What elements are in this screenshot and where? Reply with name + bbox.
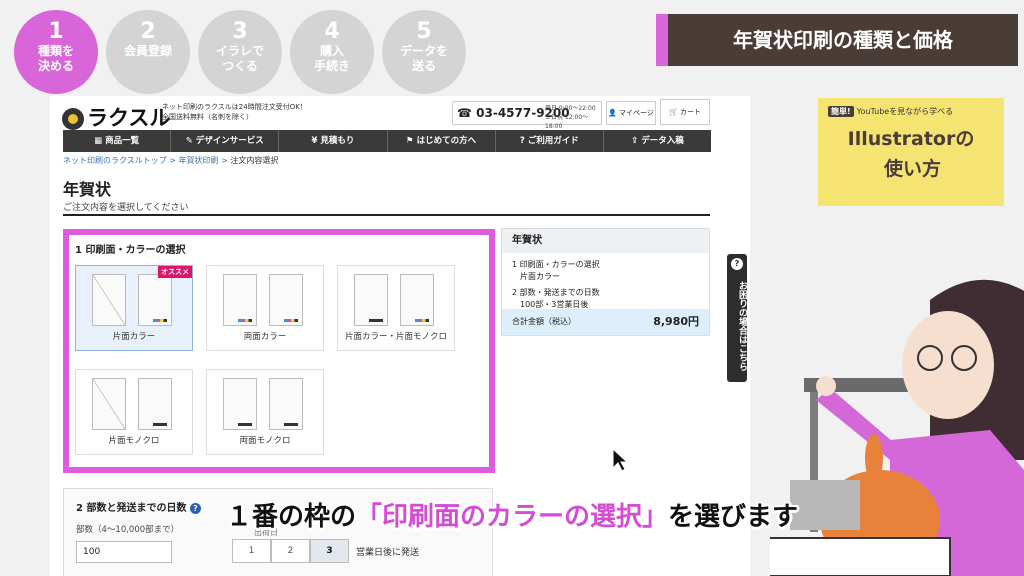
order-summary: 年賀状 1 印刷面・カラーの選択 片面カラー 2 部数・発送までの日数 100部… [501, 228, 710, 336]
nav-guide[interactable]: ? ご利用ガイド [496, 130, 604, 152]
breadcrumb-current: 注文内容選択 [230, 156, 279, 165]
breadcrumb-nengajo[interactable]: 年賀状印刷 [179, 156, 219, 165]
option-single-color[interactable]: オススメ 片面カラー [75, 265, 193, 351]
summary-title: 年賀状 [502, 229, 709, 253]
cart-button[interactable]: 🛒 カート [660, 99, 710, 125]
nav-design-service[interactable]: ✎ デザインサービス [171, 130, 280, 152]
step-4-purchase[interactable]: 4 購入 手続き [290, 10, 374, 94]
paper-back-color [269, 274, 303, 326]
user-icon: 👤 [608, 109, 617, 117]
summary-item1-value: 片面カラー [520, 272, 560, 281]
logo-icon [62, 108, 84, 130]
breadcrumb: ネット印刷のラクスルトップ > 年賀状印刷 > 注文内容選択 [63, 156, 279, 165]
color-dots [153, 319, 167, 322]
podium [770, 537, 951, 576]
days-option-2[interactable]: 2 [271, 539, 310, 563]
step-3-create[interactable]: 3 イラレで つくる [198, 10, 282, 94]
days-option-1[interactable]: 1 [232, 539, 271, 563]
subtitle-caption: １番の枠の「印刷面のカラーの選択」を選びます [225, 502, 799, 532]
paper-front-color [223, 274, 257, 326]
page-title: 年賀状 [63, 180, 112, 199]
section-banner: 年賀状印刷の種類と価格 [656, 14, 1018, 66]
mouse-cursor-icon [612, 448, 628, 472]
question-icon: ? [731, 258, 743, 270]
step-2-register[interactable]: 2 会員登録 [106, 10, 190, 94]
summary-total: 合計金額（税込） 8,980円 [502, 309, 709, 335]
mypage-button[interactable]: 👤 マイページ [606, 101, 656, 125]
paper-front-blank [92, 274, 126, 326]
step-5-send-data[interactable]: 5 データを 送る [382, 10, 466, 94]
breadcrumb-top[interactable]: ネット印刷のラクスルトップ [63, 156, 167, 165]
phone-icon: ☎ [457, 106, 472, 120]
character-hand [816, 376, 836, 396]
character-face [902, 311, 994, 419]
option-double-color[interactable]: 両面カラー [206, 265, 324, 351]
option-color-mono[interactable]: 片面カラー・片面モノクロ [337, 265, 455, 351]
paper-back-mono [269, 378, 303, 430]
days-selector: 1 2 3 [232, 539, 349, 563]
paper-back-color [400, 274, 434, 326]
paper-front-blank [92, 378, 126, 430]
paper-back-mono [138, 378, 172, 430]
help-tab[interactable]: ? お困りの場合はこちら [727, 254, 747, 382]
paper-back-color [138, 274, 172, 326]
option-single-mono[interactable]: 片面モノクロ [75, 369, 193, 455]
site-tagline: ネット印刷のラクスルは24時間注文受付OK！ 全国送料無料（名刺を除く） [162, 103, 307, 121]
section1-title: 1 印刷面・カラーの選択 [75, 245, 186, 256]
nav-data-upload[interactable]: ⇪ データ入稿 [604, 130, 711, 152]
easy-badge: 簡単! [828, 106, 854, 117]
days-suffix: 営業日後に発送 [356, 548, 420, 558]
quantity-input[interactable]: 100 [76, 541, 172, 563]
nav-products[interactable]: ▦ 商品一覧 [63, 130, 172, 152]
recommend-badge: オススメ [158, 266, 192, 278]
nav-first-time[interactable]: ⚑ はじめての方へ [388, 130, 496, 152]
mascot-ear [865, 434, 883, 482]
section-print-color-highlight: 1 印刷面・カラーの選択 オススメ 片面カラー 両面カラー 片面カラー・片面モノ… [63, 229, 495, 473]
days-option-3[interactable]: 3 [310, 539, 349, 563]
summary-item1-label: 1 印刷面・カラーの選択 [512, 260, 600, 269]
option-double-mono[interactable]: 両面モノクロ [206, 369, 324, 455]
tutorial-thumbnail: 簡単! YouTubeを見ながら学べる Illustratorの 使い方 [818, 98, 1004, 206]
cart-icon: 🛒 [669, 108, 678, 116]
paper-front-mono [354, 274, 388, 326]
step-1-choose-type[interactable]: 1 種類を 決める [14, 10, 98, 94]
nav-estimate[interactable]: ¥ 見積もり [279, 130, 388, 152]
title-divider [63, 214, 710, 216]
summary-item2-label: 2 部数・発送までの日数 [512, 288, 600, 297]
phone-number[interactable]: ☎ 03-4577-9200 平日 9:00〜22:00 土日祝 12:00〜18… [452, 101, 602, 130]
page-subtitle: ご注文内容を選択してください [63, 203, 189, 213]
phone-hours: 平日 9:00〜22:00 土日祝 12:00〜18:00 [545, 105, 596, 130]
main-nav: ▦ 商品一覧 ✎ デザインサービス ¥ 見積もり ⚑ はじめての方へ ? ご利用… [63, 130, 711, 152]
character-arm [816, 388, 900, 460]
total-price: 8,980円 [653, 315, 699, 328]
site-logo[interactable]: ラクスル [62, 102, 170, 132]
paper-front-mono [223, 378, 257, 430]
